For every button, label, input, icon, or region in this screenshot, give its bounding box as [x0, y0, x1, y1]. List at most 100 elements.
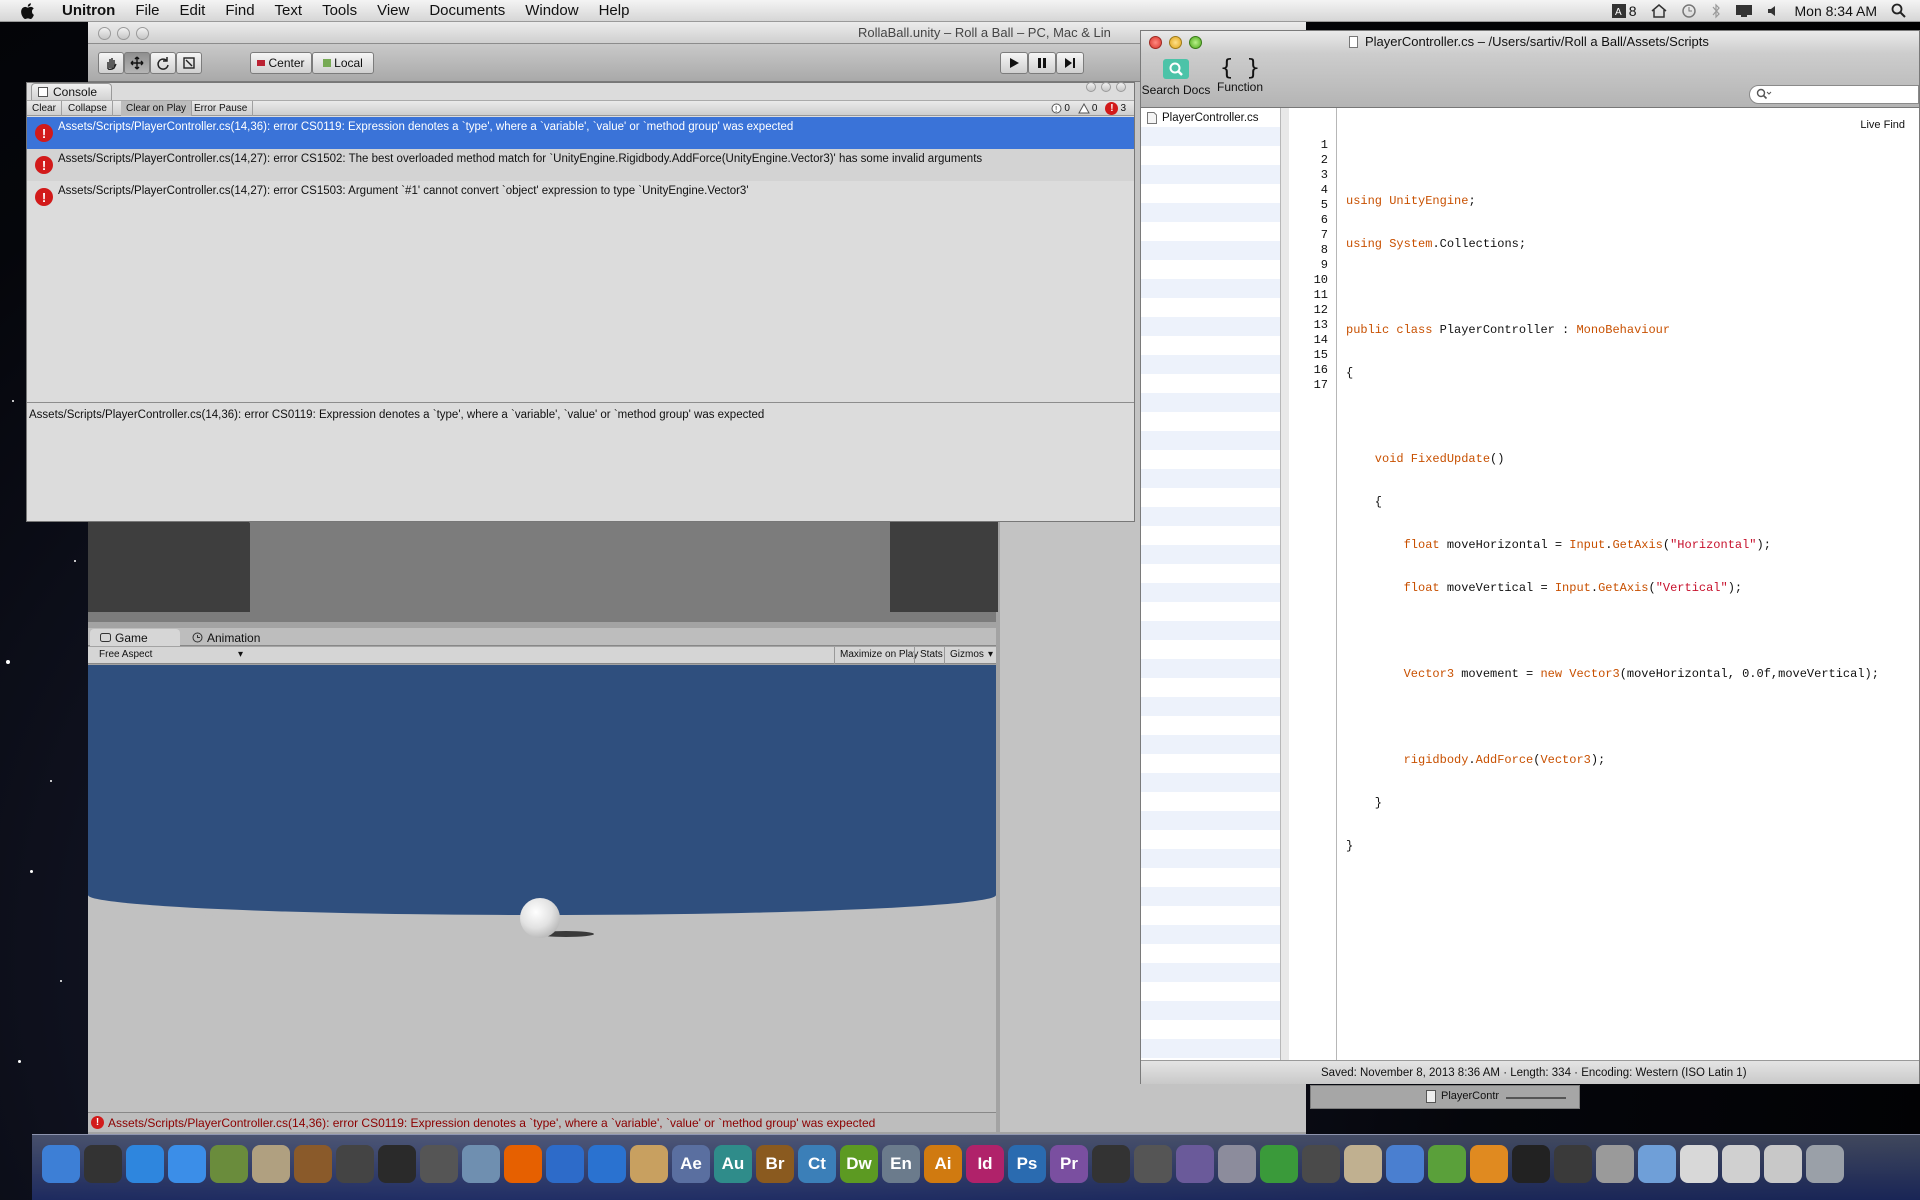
safari-icon[interactable]: [126, 1145, 164, 1183]
quicktime-icon[interactable]: [588, 1145, 626, 1183]
menu-window[interactable]: Window: [515, 2, 588, 19]
camera-icon[interactable]: [1092, 1145, 1130, 1183]
movie-icon[interactable]: [1302, 1145, 1340, 1183]
garageband-icon[interactable]: [294, 1145, 332, 1183]
move-tool-button[interactable]: [124, 52, 150, 74]
console-log-row[interactable]: ! Assets/Scripts/PlayerController.cs(14,…: [27, 181, 1134, 213]
clear-on-play-button[interactable]: Clear on Play: [121, 101, 193, 116]
pages-icon[interactable]: [1470, 1145, 1508, 1183]
unity-icon[interactable]: [1512, 1145, 1550, 1183]
script-icon[interactable]: [1344, 1145, 1382, 1183]
gizmos-button[interactable]: Gizmos ▾: [944, 647, 996, 664]
console-minimize-button[interactable]: [1101, 82, 1111, 92]
photo-icon[interactable]: [1596, 1145, 1634, 1183]
sidebar-file-item[interactable]: PlayerController.cs: [1147, 112, 1259, 124]
pause-button[interactable]: [1028, 52, 1056, 74]
clock[interactable]: Mon 8:34 AM: [1795, 3, 1878, 19]
doc-icon-1[interactable]: [1680, 1145, 1718, 1183]
widget-icon[interactable]: [1386, 1145, 1424, 1183]
project-item-label[interactable]: PlayerContr: [1441, 1090, 1499, 1102]
spotlight-icon[interactable]: [1891, 3, 1906, 18]
doc-icon-3[interactable]: [1764, 1145, 1802, 1183]
bluetooth-icon[interactable]: [1711, 3, 1721, 19]
pivot-center-button[interactable]: Center: [250, 52, 312, 74]
unity-status-bar[interactable]: ! Assets/Scripts/PlayerController.cs(14,…: [88, 1112, 996, 1132]
itunes-icon[interactable]: [168, 1145, 206, 1183]
menu-tools[interactable]: Tools: [312, 2, 367, 19]
menu-edit[interactable]: Edit: [170, 2, 216, 19]
menu-find[interactable]: Find: [215, 2, 264, 19]
aspect-dropdown[interactable]: Free Aspect ▾: [94, 647, 246, 664]
volume-icon[interactable]: [1767, 4, 1781, 18]
pivot-local-button[interactable]: Local: [312, 52, 374, 74]
editor-titlebar[interactable]: PlayerController.cs – /Users/sartiv/Roll…: [1141, 31, 1919, 53]
console-log-row[interactable]: ! Assets/Scripts/PlayerController.cs(14,…: [27, 149, 1134, 181]
hand-tool-button[interactable]: [98, 52, 124, 74]
inkscape-icon[interactable]: [336, 1145, 374, 1183]
premiere-icon[interactable]: Pr: [1050, 1145, 1088, 1183]
imovie-icon[interactable]: [252, 1145, 290, 1183]
zoom-button[interactable]: [136, 27, 149, 40]
rotate-tool-button[interactable]: [150, 52, 176, 74]
menu-help[interactable]: Help: [589, 2, 640, 19]
sidebar-splitter[interactable]: [1281, 108, 1289, 1060]
console-zoom-button[interactable]: [1116, 82, 1126, 92]
dvd-icon[interactable]: [546, 1145, 584, 1183]
menu-text[interactable]: Text: [265, 2, 313, 19]
search-docs-button[interactable]: Search Docs: [1141, 57, 1211, 97]
menu-view[interactable]: View: [367, 2, 419, 19]
indesign-icon[interactable]: Id: [966, 1145, 1004, 1183]
disk-icon[interactable]: [1218, 1145, 1256, 1183]
iphoto-icon[interactable]: [210, 1145, 248, 1183]
bridge-icon[interactable]: Br: [756, 1145, 794, 1183]
maximize-on-play-button[interactable]: Maximize on Play: [834, 647, 923, 664]
play-button[interactable]: [1000, 52, 1028, 74]
activity-icon[interactable]: [420, 1145, 458, 1183]
green-icon[interactable]: [1428, 1145, 1466, 1183]
console-close-button[interactable]: [1086, 82, 1096, 92]
error-pause-button[interactable]: Error Pause: [189, 101, 254, 116]
doc-icon-2[interactable]: [1722, 1145, 1760, 1183]
info-count-toggle[interactable]: ! 0: [1051, 103, 1070, 114]
tab-console[interactable]: Console: [31, 83, 113, 100]
display-icon[interactable]: [1735, 4, 1753, 18]
trash-icon[interactable]: [1806, 1145, 1844, 1183]
dreamweaver-icon[interactable]: Dw: [840, 1145, 878, 1183]
preview-icon[interactable]: [462, 1145, 500, 1183]
unity-titlebar[interactable]: RollaBall.unity – Roll a Ball – PC, Mac …: [88, 22, 1306, 44]
console-log-row[interactable]: ! Assets/Scripts/PlayerController.cs(14,…: [27, 117, 1134, 149]
menu-file[interactable]: File: [125, 2, 169, 19]
close-button[interactable]: [1149, 36, 1162, 49]
console-detail-pane[interactable]: Assets/Scripts/PlayerController.cs(14,36…: [27, 402, 1134, 521]
zoom-slider[interactable]: [1506, 1097, 1566, 1099]
folder-icon[interactable]: [1638, 1145, 1676, 1183]
photoshop-icon[interactable]: Ps: [1008, 1145, 1046, 1183]
contribute-icon[interactable]: Ct: [798, 1145, 836, 1183]
live-find-input[interactable]: [1749, 85, 1919, 104]
encore-icon[interactable]: En: [882, 1145, 920, 1183]
menu-app-name[interactable]: Unitron: [52, 2, 125, 19]
close-button[interactable]: [98, 27, 111, 40]
error-count-toggle[interactable]: ! 3: [1105, 102, 1126, 115]
adobe-status-icon[interactable]: A 8: [1611, 3, 1637, 19]
dashboard-icon[interactable]: [84, 1145, 122, 1183]
audition-icon[interactable]: Au: [714, 1145, 752, 1183]
firefox-icon[interactable]: [504, 1145, 542, 1183]
collapse-button[interactable]: Collapse: [63, 101, 113, 116]
color-icon[interactable]: [1176, 1145, 1214, 1183]
finder-icon[interactable]: [42, 1145, 80, 1183]
stats-button[interactable]: Stats: [914, 647, 948, 664]
function-button[interactable]: { } Function: [1205, 57, 1275, 95]
time-machine-icon[interactable]: [1681, 3, 1697, 19]
tab-animation[interactable]: Animation: [182, 629, 292, 646]
game-view[interactable]: [88, 665, 996, 1130]
clapper-icon[interactable]: [1134, 1145, 1172, 1183]
code-editor[interactable]: using UnityEngine; using System.Collecti…: [1346, 108, 1918, 1060]
tab-game[interactable]: Game: [90, 629, 180, 646]
step-button[interactable]: [1056, 52, 1084, 74]
menu-documents[interactable]: Documents: [419, 2, 515, 19]
seahorse-icon[interactable]: [1260, 1145, 1298, 1183]
minimize-button[interactable]: [1169, 36, 1182, 49]
home-icon[interactable]: [1651, 3, 1667, 18]
zoom-button[interactable]: [1189, 36, 1202, 49]
